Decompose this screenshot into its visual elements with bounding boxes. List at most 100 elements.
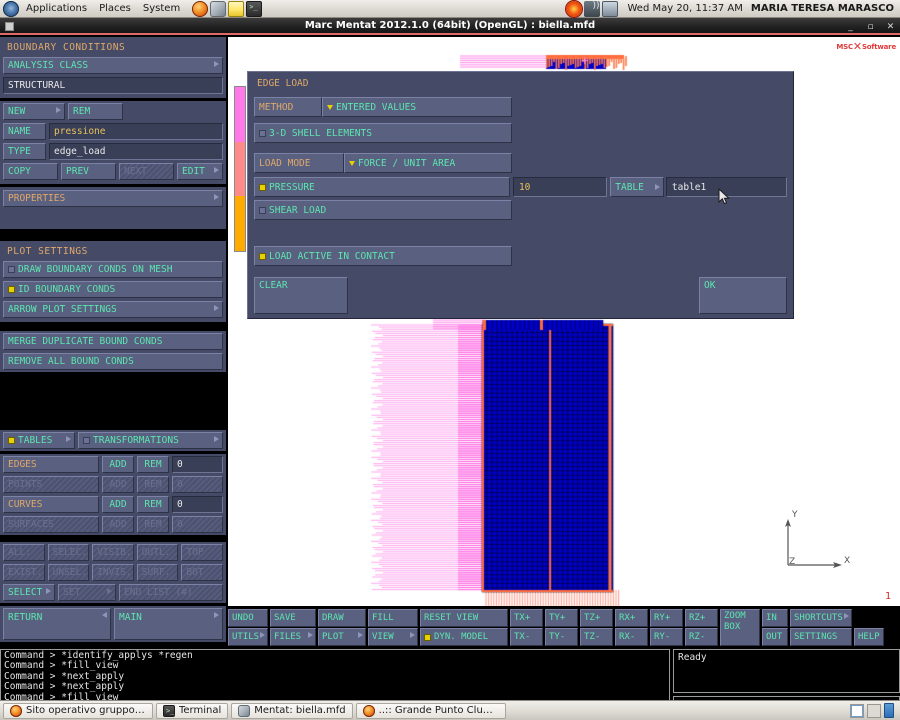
prev-button[interactable]: PREV — [61, 163, 116, 180]
toolbar-button-rx[interactable]: RX- — [615, 628, 648, 646]
toolbar-button-tx[interactable]: TX+ — [510, 609, 543, 627]
close-icon[interactable]: ✕ — [885, 22, 896, 32]
menu-applications[interactable]: Applications — [20, 0, 93, 17]
update-alert-icon[interactable] — [566, 0, 583, 17]
taskbar: Sito operativo gruppo ... Terminal Mentat:… — [0, 700, 900, 720]
gimp-icon[interactable] — [210, 0, 227, 17]
chevron-right-icon — [844, 613, 849, 619]
edit-button[interactable]: EDIT — [177, 163, 223, 180]
firefox-icon — [10, 704, 22, 717]
merge-duplicate-button[interactable]: MERGE DUPLICATE BOUND CONDS — [3, 333, 223, 350]
analysis-class-dropdown[interactable]: ANALYSIS CLASS — [3, 57, 223, 74]
gnome-foot-icon[interactable] — [3, 0, 19, 17]
taskbar-item[interactable]: ..:: Grande Punto Club ... — [355, 702, 506, 719]
tables-toggle[interactable]: TABLES — [3, 432, 75, 449]
ok-button[interactable]: OK — [699, 277, 787, 314]
toolbar-button-files[interactable]: FILES — [270, 628, 316, 646]
menu-system[interactable]: System — [137, 0, 186, 17]
id-boundary-conds-toggle[interactable]: ID BOUNDARY CONDS — [3, 281, 223, 298]
clock[interactable]: Wed May 20, 11:37 AM — [619, 3, 750, 14]
toolbar-button-fill[interactable]: FILL — [368, 609, 418, 627]
draw-bc-on-mesh-toggle[interactable]: DRAW BOUNDARY CONDS ON MESH — [3, 261, 223, 278]
toolbar-button-plot[interactable]: PLOT — [318, 628, 366, 646]
load-active-toggle[interactable]: LOAD ACTIVE IN CONTACT — [254, 246, 512, 266]
toolbar-button-resetview[interactable]: RESET VIEW — [420, 609, 508, 627]
toolbar-button-shortcuts[interactable]: SHORTCUTS — [790, 609, 852, 627]
toolbar-button-undo[interactable]: UNDO — [228, 609, 268, 627]
toolbar-button-save[interactable]: SAVE — [270, 609, 316, 627]
entity-add-curves[interactable]: ADD — [102, 496, 134, 513]
entity-rem-edges[interactable]: REM — [137, 456, 169, 473]
entity-rem-curves[interactable]: REM — [137, 496, 169, 513]
toolbar-button-utils[interactable]: UTILS — [228, 628, 268, 646]
taskbar-item[interactable]: Mentat: biella.mfd — [231, 702, 353, 719]
toolbar-button-in[interactable]: IN — [762, 609, 788, 627]
toolbar-button-ty[interactable]: TY+ — [545, 609, 578, 627]
select-button[interactable]: SELECT — [3, 584, 55, 601]
toolbar-button-view[interactable]: VIEW — [368, 628, 418, 646]
arrow-plot-settings-button[interactable]: ARROW PLOT SETTINGS — [3, 301, 223, 318]
toolbar-zoom-box-button[interactable]: ZOOM BOX — [720, 609, 760, 646]
select-option-label: VISIB. — [97, 547, 132, 558]
shell-elements-toggle[interactable]: 3-D SHELL ELEMENTS — [254, 123, 512, 143]
minimize-icon[interactable]: _ — [845, 22, 856, 32]
toolbar-button-dynmodel[interactable]: DYN. MODEL — [420, 628, 508, 646]
load-mode-dropdown[interactable]: FORCE / UNIT AREA — [344, 153, 512, 173]
toolbar-button-rz[interactable]: RZ- — [685, 628, 718, 646]
method-dropdown[interactable]: ENTERED VALUES — [322, 97, 512, 117]
toolbar-button-label: SHORTCUTS — [794, 613, 843, 623]
name-input[interactable]: pressione — [49, 123, 223, 140]
toolbar-button-ry[interactable]: RY+ — [650, 609, 683, 627]
entity-row: POINTS ADD REM 0 — [3, 476, 223, 493]
menu-places[interactable]: Places — [93, 0, 137, 17]
network-icon[interactable] — [602, 0, 619, 17]
remove-all-button[interactable]: REMOVE ALL BOUND CONDS — [3, 353, 223, 370]
text-editor-icon[interactable] — [228, 0, 245, 17]
firefox-icon[interactable] — [192, 0, 209, 17]
rem-button[interactable]: REM — [68, 103, 123, 120]
triangle-down-icon — [327, 104, 333, 110]
toolbar-button-out[interactable]: OUT — [762, 628, 788, 646]
toolbar-button-label: RX+ — [619, 613, 636, 623]
taskbar-item[interactable]: Terminal — [156, 702, 229, 719]
volume-icon[interactable] — [584, 0, 601, 17]
toolbar-button-ty[interactable]: TY- — [545, 628, 578, 646]
type-button[interactable]: TYPE — [3, 143, 46, 160]
select-option-label: OUTL. — [141, 547, 171, 558]
toolbar-button-tz[interactable]: TZ- — [580, 628, 613, 646]
entity-row: CURVES ADD REM 0 — [3, 496, 223, 513]
toolbar-button-tx[interactable]: TX- — [510, 628, 543, 646]
user-name[interactable]: MARIA TERESA MARASCO — [751, 3, 900, 14]
main-button[interactable]: MAIN — [114, 608, 223, 640]
copy-button[interactable]: COPY — [3, 163, 58, 180]
taskbar-item[interactable]: Sito operativo gruppo ... — [3, 702, 153, 719]
table-button[interactable]: TABLE — [610, 177, 664, 197]
contour-colorbar — [234, 86, 246, 252]
toolbar-button-help[interactable]: HELP — [854, 628, 884, 646]
table-name-input[interactable]: table1 — [665, 177, 787, 197]
entity-add-edges[interactable]: ADD — [102, 456, 134, 473]
new-button[interactable]: NEW — [3, 103, 65, 120]
toolbar-button-ry[interactable]: RY- — [650, 628, 683, 646]
trash-icon[interactable] — [884, 703, 894, 718]
terminal-icon[interactable] — [246, 0, 263, 17]
workspace-1[interactable] — [850, 703, 864, 718]
workspace-2[interactable] — [867, 703, 881, 718]
pressure-input[interactable]: 10 — [512, 177, 608, 197]
toolbar-button-settings[interactable]: SETTINGS — [790, 628, 852, 646]
pressure-toggle[interactable]: PRESSURE — [254, 177, 510, 197]
return-button[interactable]: RETURN — [3, 608, 111, 640]
toolbar-button-rx[interactable]: RX+ — [615, 609, 648, 627]
chevron-right-icon — [107, 588, 112, 594]
clear-button[interactable]: CLEAR — [254, 277, 348, 314]
shear-load-toggle[interactable]: SHEAR LOAD — [254, 200, 512, 220]
properties-button[interactable]: PROPERTIES — [3, 190, 223, 207]
toolbar-button-draw[interactable]: DRAW — [318, 609, 366, 627]
transformations-toggle[interactable]: TRANSFORMATIONS — [78, 432, 223, 449]
maximize-icon[interactable]: ▫ — [865, 22, 876, 32]
toolbar-button-label: SAVE — [274, 613, 296, 623]
set-button: SET — [58, 584, 116, 601]
toolbar-button-rz[interactable]: RZ+ — [685, 609, 718, 627]
toolbar-button-tz[interactable]: TZ+ — [580, 609, 613, 627]
